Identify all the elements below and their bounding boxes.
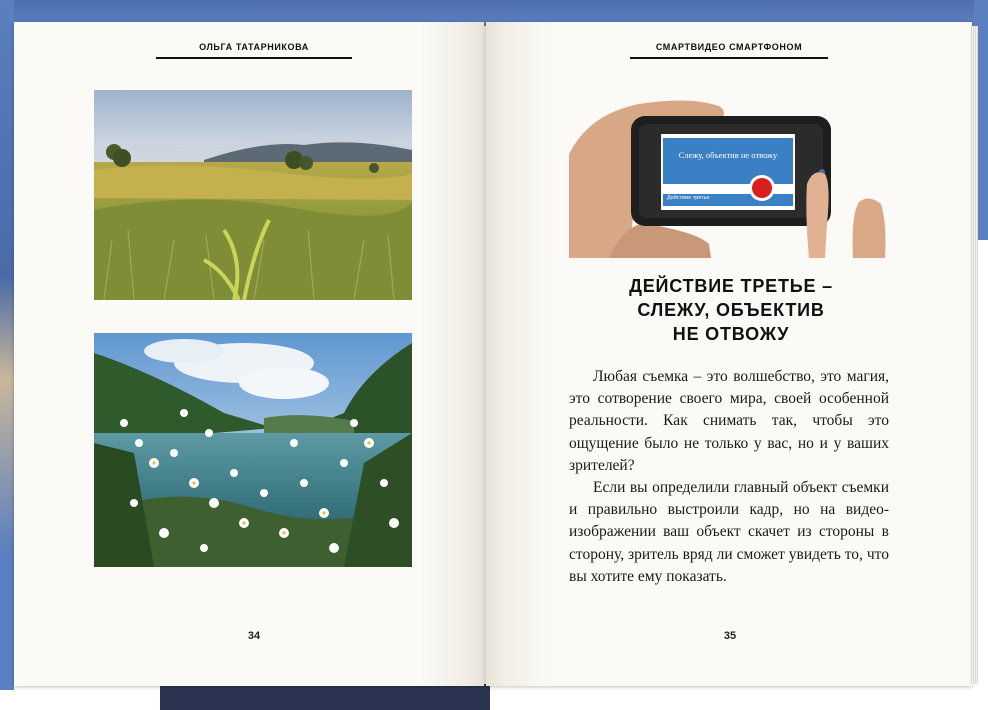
left-running-head: Ольга Татарникова — [199, 42, 309, 52]
page-edges — [970, 26, 978, 684]
meadow-landscape-photo — [94, 90, 412, 300]
chapter-title-line: Действие третье – — [629, 276, 833, 296]
chapter-title: Действие третье – слежу, объектив не отв… — [586, 274, 876, 346]
paragraph: Если вы определили главный объект съемки… — [569, 479, 889, 585]
phone-screen-title: Слежу, объектив не отвожу — [678, 150, 778, 160]
right-running-head: Смартвидео смартфоном — [655, 42, 803, 52]
phone-screen-caption: Действие третье — [667, 195, 710, 201]
chapter-title-line: слежу, объектив — [637, 300, 825, 320]
left-running-head-rule — [156, 57, 352, 59]
background-left — [0, 0, 14, 690]
hand-holding-phone-illustration: Слежу, объектив не отвожу Действие треть… — [569, 94, 889, 258]
chapter-title-line: не отвожу — [672, 324, 790, 344]
lake-daisies-photo — [94, 333, 412, 567]
right-running-head-rule — [630, 57, 828, 59]
background-bottom — [160, 684, 490, 710]
paragraph: Любая съемка – это волшебство, это магия… — [569, 368, 889, 474]
left-page-number: 34 — [247, 630, 261, 642]
right-page-number: 35 — [723, 630, 737, 642]
body-text: Любая съемка – это волшебство, это магия… — [569, 366, 889, 588]
